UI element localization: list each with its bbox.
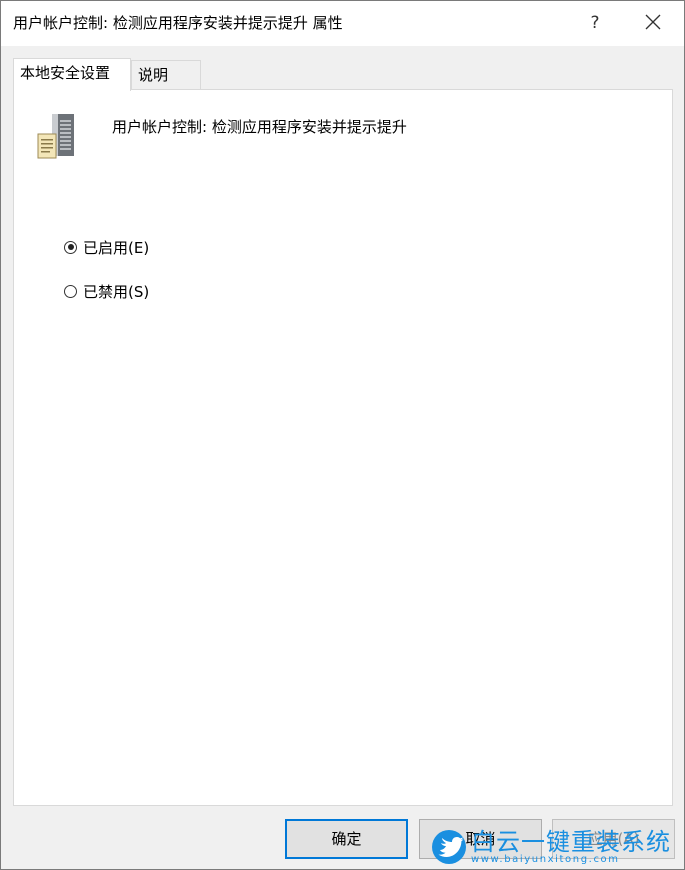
tab-panel-local-security-setting: 用户帐户控制: 检测应用程序安装并提示提升 已启用(E) 已禁用(S) [13,89,673,806]
cancel-button[interactable]: 取消 [419,819,542,859]
ok-button[interactable]: 确定 [285,819,408,859]
radio-enabled-circle[interactable] [64,240,77,254]
radio-disabled-circle[interactable] [64,284,77,298]
policy-name: 用户帐户控制: 检测应用程序安装并提示提升 [112,118,407,136]
apply-button[interactable]: 应用(A) [552,819,675,859]
help-button[interactable]: ? [581,9,609,37]
tab-local-security-setting[interactable]: 本地安全设置 [13,58,131,91]
radio-disabled-label[interactable]: 已禁用(S) [83,281,149,302]
radio-disabled[interactable]: 已禁用(S) [64,280,149,302]
close-icon [645,14,661,30]
title-bar[interactable]: 用户帐户控制: 检测应用程序安装并提示提升 属性 ? [1,1,684,46]
tab-explain[interactable]: 说明 [131,60,201,90]
radio-enabled-label[interactable]: 已启用(E) [83,237,149,258]
properties-dialog: 用户帐户控制: 检测应用程序安装并提示提升 属性 ? 本地安全设置 说明 用户帐… [0,0,685,870]
close-button[interactable] [630,5,676,41]
radio-enabled[interactable]: 已启用(E) [64,236,149,258]
window-title: 用户帐户控制: 检测应用程序安装并提示提升 属性 [13,14,343,32]
server-policy-icon [34,112,80,160]
